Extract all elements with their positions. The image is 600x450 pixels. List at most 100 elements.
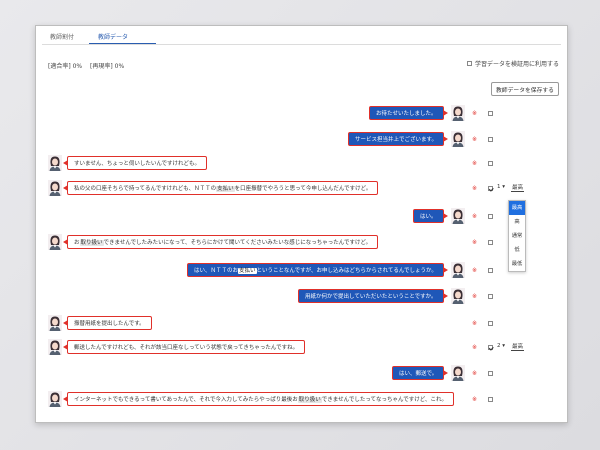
- row-checkbox[interactable]: [488, 161, 493, 166]
- app-window: 教師割付 教師データ [適合率] 0% [再現率] 0% 学習データを検証用に利…: [35, 25, 568, 423]
- customer-message-bubble: 郵送したんですけれども、それが該当口座なしっていう状態で戻ってきちゃったんですね…: [62, 340, 306, 354]
- rate-summary: [適合率] 0% [再現率] 0%: [48, 61, 130, 70]
- grade-option[interactable]: 最高: [509, 201, 525, 215]
- highlighted-keyword: 取り扱い: [297, 397, 322, 403]
- agent-message-bubble: はい、郵送で。: [392, 366, 449, 380]
- grade-option[interactable]: 最低: [509, 257, 525, 271]
- message-row: はい。 ※: [36, 207, 567, 229]
- customer-message-bubble: インターネットでもできるって書いてあったんで、それで今入力してみたらやっぱり最後…: [62, 392, 455, 406]
- verify-checkbox[interactable]: [466, 61, 472, 66]
- row-checkbox[interactable]: [488, 240, 493, 245]
- message-row: 私の父の口座そちらで持ってるんですけれども、ＮＴＴの支払いを口座振替でやろうと思…: [36, 179, 567, 201]
- message-text: できませんでしたみたいになって、そちらにかけて聞いてくださいみたいな感じになっち…: [103, 240, 372, 246]
- message-row: お待たせいたしました。 ※: [36, 104, 567, 126]
- row-checkbox[interactable]: [488, 321, 493, 326]
- message-text: を口座振替でやろうと思って今申し込んだんですけど。: [234, 186, 372, 192]
- customer-message-bubble: すいません、ちょっと伺いしたいんですけれども。: [62, 156, 208, 170]
- message-text: できませんでしたってなっちゃんですけど、これ。: [321, 397, 448, 403]
- row-number-select[interactable]: 1 ▾: [497, 184, 505, 190]
- message-text: はい、郵送で。: [399, 371, 438, 377]
- message-text: はい。: [420, 214, 437, 220]
- row-marker: ※: [472, 213, 478, 220]
- avatar: [451, 365, 465, 381]
- message-row: すいません、ちょっと伺いしたいんですけれども。 ※: [36, 154, 567, 176]
- highlighted-keyword: 支払い: [216, 186, 235, 192]
- message-row: 郵送したんですけれども、それが該当口座なしっていう状態で戻ってきちゃったんですね…: [36, 338, 567, 360]
- agent-message-bubble: はい。: [413, 209, 447, 223]
- message-text: すいません、ちょっと伺いしたいんですけれども。: [74, 161, 201, 167]
- row-checkbox[interactable]: [488, 371, 493, 376]
- customer-message-bubble: 私の父の口座そちらで持ってるんですけれども、ＮＴＴの支払いを口座振替でやろうと思…: [62, 181, 379, 195]
- message-text: ということなんですが、お申し込みはどちらからされてるんでしょうか。: [256, 268, 437, 274]
- message-row: サービス担当井上でございます。 ※: [36, 130, 567, 152]
- row-marker: ※: [472, 370, 478, 377]
- message-text: お待たせいたしました。: [376, 111, 437, 117]
- avatar: [451, 131, 465, 147]
- grade-option[interactable]: 高: [509, 215, 525, 229]
- message-text: サービス担当井上でございます。: [355, 137, 437, 143]
- agent-message-bubble: 用紙か何かで提出していただいたということですか。: [298, 289, 448, 303]
- agent-message-bubble: お待たせいたしました。: [369, 106, 448, 120]
- match-rate: [適合率] 0%: [48, 63, 83, 70]
- row-marker: ※: [472, 267, 478, 274]
- grade-dropdown-menu[interactable]: 最高高通常低最低: [508, 200, 526, 272]
- row-marker: ※: [472, 396, 478, 403]
- row-marker: ※: [472, 185, 478, 192]
- message-text: 私の父の口座そちらで持ってるんですけれども、ＮＴＴの: [74, 186, 217, 192]
- message-row: 用紙か何かで提出していただいたということですか。 ※: [36, 287, 567, 309]
- avatar: [48, 315, 62, 331]
- tab-divider: [42, 44, 561, 45]
- row-marker: ※: [472, 293, 478, 300]
- avatar: [48, 234, 62, 250]
- row-number-select[interactable]: 2 ▾: [497, 343, 505, 349]
- row-checkbox[interactable]: [488, 294, 493, 299]
- grade-select[interactable]: 最高: [511, 342, 525, 351]
- row-marker: ※: [472, 239, 478, 246]
- avatar: [48, 155, 62, 171]
- message-text: 郵送したんですけれども、それが該当口座なしっていう状態で戻ってきちゃったんですね…: [74, 345, 299, 351]
- avatar: [48, 339, 62, 355]
- message-text: 用紙か何かで提出していただいたということですか。: [305, 294, 437, 300]
- highlighted-keyword: 支払い: [238, 268, 257, 274]
- customer-message-bubble: 振替用紙を提出したんです。: [63, 316, 152, 330]
- row-marker: ※: [472, 160, 478, 167]
- row-marker: ※: [472, 136, 478, 143]
- message-text: 振替用紙を提出したんです。: [74, 321, 145, 327]
- grade-select[interactable]: 最高: [511, 183, 525, 192]
- grade-option[interactable]: 通常: [509, 229, 525, 243]
- row-checkbox[interactable]: [488, 268, 493, 273]
- message-text: インターネットでもできるって書いてあったんで、それで今入力してみたらやっぱり最後…: [74, 397, 298, 403]
- save-teacher-data-button[interactable]: 教師データを保存する: [491, 82, 559, 96]
- agent-message-bubble: サービス担当井上でございます。: [348, 132, 448, 146]
- verify-option[interactable]: 学習データを検証用に利用する: [466, 59, 559, 68]
- highlighted-keyword: 取り扱い: [79, 240, 104, 246]
- row-checkbox[interactable]: [488, 111, 493, 116]
- message-row: インターネットでもできるって書いてあったんで、それで今入力してみたらやっぱり最後…: [36, 390, 567, 412]
- message-row: お取り扱いできませんでしたみたいになって、そちらにかけて聞いてくださいみたいな感…: [36, 233, 567, 255]
- row-marker: ※: [472, 110, 478, 117]
- avatar: [48, 180, 62, 196]
- row-marker: ※: [472, 320, 478, 327]
- message-text: はい、ＮＴＴのお: [194, 268, 239, 274]
- message-row: 振替用紙を提出したんです。 ※: [36, 314, 567, 336]
- row-checkbox[interactable]: [488, 137, 493, 142]
- row-checkbox[interactable]: [488, 186, 493, 191]
- tab-teacher-data[interactable]: 教師データ: [96, 32, 130, 41]
- message-row: はい、ＮＴＴのお支払いということなんですが、お申し込みはどちらからされてるんでし…: [36, 261, 567, 283]
- avatar: [451, 288, 465, 304]
- recall-rate: [再現率] 0%: [90, 63, 125, 70]
- avatar: [451, 262, 465, 278]
- avatar: [451, 208, 465, 224]
- message-row: はい、郵送で。 ※: [36, 364, 567, 386]
- row-checkbox[interactable]: [488, 397, 493, 402]
- row-checkbox[interactable]: [488, 345, 493, 350]
- verify-label: 学習データを検証用に利用する: [474, 61, 559, 68]
- row-marker: ※: [472, 344, 478, 351]
- avatar: [48, 391, 62, 407]
- customer-message-bubble: お取り扱いできませんでしたみたいになって、そちらにかけて聞いてくださいみたいな感…: [62, 235, 379, 249]
- grade-option[interactable]: 低: [509, 243, 525, 257]
- row-checkbox[interactable]: [488, 214, 493, 219]
- agent-message-bubble: はい、ＮＴＴのお支払いということなんですが、お申し込みはどちらからされてるんでし…: [187, 263, 448, 277]
- tab-teacher-assign[interactable]: 教師割付: [48, 32, 76, 41]
- avatar: [451, 105, 465, 121]
